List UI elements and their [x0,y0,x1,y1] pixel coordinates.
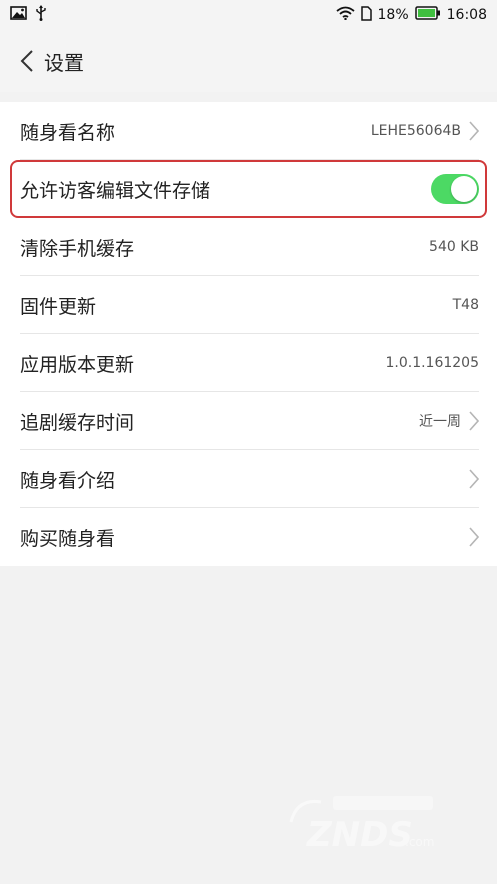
setting-right [431,174,479,204]
toggle-knob [451,176,477,202]
setting-value: 近一周 [419,414,461,430]
setting-drama-cache-time[interactable]: 追剧缓存时间 近一周 [0,392,497,450]
setting-value: 1.0.1.161205 [385,355,479,371]
setting-app-version-update[interactable]: 应用版本更新 1.0.1.161205 [0,334,497,392]
setting-right [469,469,479,489]
setting-value: LEHE56064B [370,123,461,139]
chevron-right-icon [469,469,479,489]
setting-right [469,527,479,547]
battery-icon [414,6,441,24]
chevron-right-icon [469,411,479,431]
watermark-logo: ZNDS .com [287,792,457,856]
setting-buy-device[interactable]: 购买随身看 [0,508,497,566]
setting-value: 540 KB [429,239,479,255]
setting-right: LEHE56064B [371,121,479,141]
usb-icon [35,5,47,25]
battery-percent: 18% [377,7,409,23]
setting-right: 1.0.1.161205 [385,355,479,371]
setting-clear-cache[interactable]: 清除手机缓存 540 KB [0,218,497,276]
app-header: 设置 [0,30,497,92]
setting-label: 清除手机缓存 [20,237,135,260]
setting-label: 随身看介绍 [20,469,116,492]
setting-guest-edit-storage: 允许访客编辑文件存储 [10,160,487,218]
svg-text:.com: .com [405,835,434,849]
guest-edit-toggle[interactable] [431,174,479,204]
svg-text:ZNDS: ZNDS [306,815,413,855]
status-right: 18% 16:08 [335,5,497,25]
status-left [0,5,47,25]
chevron-right-icon [469,527,479,547]
setting-right: T48 [453,297,479,313]
setting-right: 540 KB [429,239,479,255]
back-button[interactable] [10,41,44,81]
setting-right: 近一周 [419,411,479,431]
wifi-icon [335,6,355,24]
setting-label: 追剧缓存时间 [20,411,135,434]
status-bar: 18% 16:08 [0,0,497,30]
setting-firmware-update[interactable]: 固件更新 T48 [0,276,497,334]
page-title: 设置 [44,50,84,75]
setting-value: T48 [452,297,479,313]
setting-device-name[interactable]: 随身看名称 LEHE56064B [0,102,497,160]
setting-label: 随身看名称 [20,121,116,144]
setting-label: 应用版本更新 [20,353,135,376]
sim-icon [360,5,372,25]
setting-device-intro[interactable]: 随身看介绍 [0,450,497,508]
settings-list: 随身看名称 LEHE56064B 允许访客编辑文件存储 清除手机缓存 540 K… [0,102,497,566]
chevron-right-icon [469,121,479,141]
setting-label: 购买随身看 [20,527,116,550]
setting-label: 固件更新 [20,295,97,318]
image-icon [10,6,27,24]
chevron-left-icon [20,50,33,72]
setting-label: 允许访客编辑文件存储 [20,179,211,202]
clock: 16:08 [446,7,487,23]
